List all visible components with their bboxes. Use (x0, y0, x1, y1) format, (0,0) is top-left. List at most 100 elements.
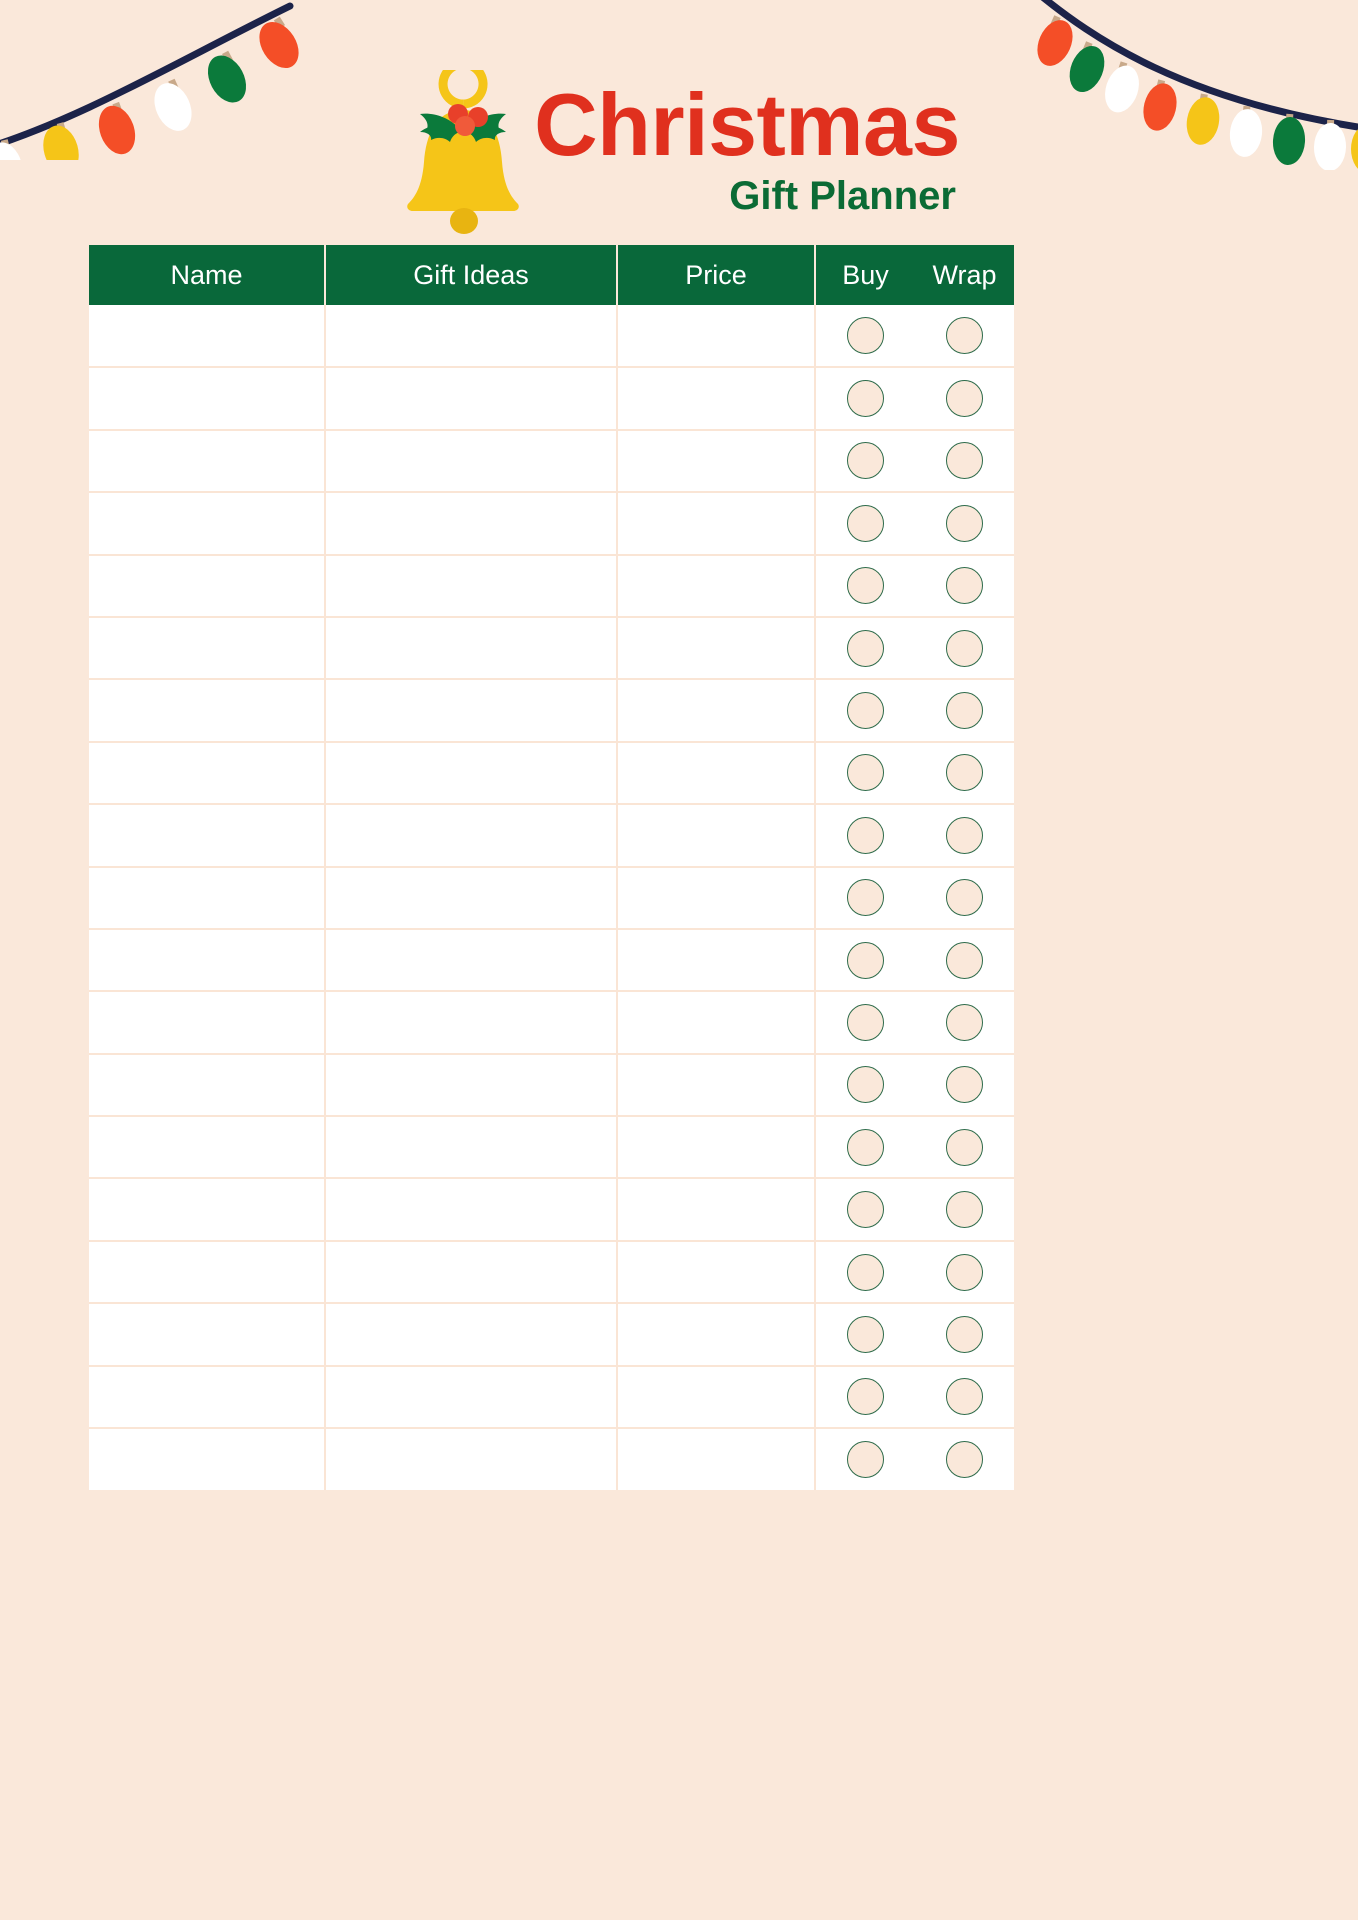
cell-price[interactable] (617, 305, 816, 369)
wrap-checkbox-circle[interactable] (946, 754, 983, 792)
cell-gift-ideas[interactable] (325, 1116, 618, 1180)
wrap-checkbox-circle[interactable] (946, 1441, 983, 1479)
cell-price[interactable] (617, 1428, 816, 1491)
cell-price[interactable] (617, 367, 816, 431)
buy-checkbox-circle[interactable] (847, 442, 884, 480)
cell-gift-ideas[interactable] (325, 429, 618, 494)
wrap-checkbox-circle[interactable] (946, 567, 983, 605)
wrap-checkbox-circle[interactable] (946, 442, 983, 480)
wrap-checkbox-circle[interactable] (946, 879, 983, 917)
cell-name[interactable] (89, 1178, 326, 1242)
cell-name[interactable] (89, 616, 326, 681)
cell-name[interactable] (89, 928, 326, 993)
cell-gift-ideas[interactable] (325, 616, 618, 681)
cell-price[interactable] (617, 1240, 816, 1305)
cell-price[interactable] (617, 866, 816, 930)
buy-checkbox-circle[interactable] (847, 754, 884, 792)
cell-gift-ideas[interactable] (325, 305, 618, 369)
buy-checkbox-circle[interactable] (847, 567, 884, 605)
wrap-checkbox-circle[interactable] (946, 816, 983, 854)
wrap-checkbox-circle[interactable] (946, 317, 983, 355)
cell-gift-ideas[interactable] (325, 1053, 618, 1118)
wrap-checkbox-circle[interactable] (946, 1253, 983, 1291)
cell-price[interactable] (617, 679, 816, 743)
wrap-checkbox-circle[interactable] (946, 1128, 983, 1166)
buy-checkbox-circle[interactable] (847, 380, 884, 418)
wrap-checkbox-circle[interactable] (946, 1066, 983, 1104)
table-row (89, 367, 1014, 431)
cell-price[interactable] (617, 928, 816, 993)
cell-name[interactable] (89, 1240, 326, 1305)
cell-name[interactable] (89, 429, 326, 494)
column-header-buy: Buy (842, 259, 889, 290)
buy-checkbox-circle[interactable] (847, 941, 884, 979)
buy-checkbox-circle[interactable] (847, 1191, 884, 1229)
cell-name[interactable] (89, 1116, 326, 1180)
wrap-checkbox-circle[interactable] (946, 1378, 983, 1416)
cell-price[interactable] (617, 1303, 816, 1367)
cell-price[interactable] (617, 554, 816, 618)
buy-checkbox-circle[interactable] (847, 1253, 884, 1291)
cell-gift-ideas[interactable] (325, 741, 618, 806)
wrap-checkbox-circle[interactable] (946, 941, 983, 979)
buy-checkbox-circle[interactable] (847, 816, 884, 854)
wrap-checkbox-circle[interactable] (946, 1003, 983, 1041)
cell-gift-ideas[interactable] (325, 1303, 618, 1367)
wrap-checkbox-circle[interactable] (946, 380, 983, 418)
cell-name[interactable] (89, 679, 326, 743)
buy-checkbox-circle[interactable] (847, 504, 884, 542)
cell-price[interactable] (617, 991, 816, 1055)
cell-gift-ideas[interactable] (325, 1428, 618, 1491)
cell-gift-ideas[interactable] (325, 1365, 618, 1430)
cell-gift-ideas[interactable] (325, 991, 618, 1055)
cell-gift-ideas[interactable] (325, 928, 618, 993)
cell-gift-ideas[interactable] (325, 367, 618, 431)
cell-name[interactable] (89, 1365, 326, 1430)
cell-name[interactable] (89, 741, 326, 806)
cell-gift-ideas[interactable] (325, 866, 618, 930)
cell-price[interactable] (617, 429, 816, 494)
cell-price[interactable] (617, 1178, 816, 1242)
buy-checkbox-circle[interactable] (847, 1003, 884, 1041)
buy-checkbox-circle[interactable] (847, 879, 884, 917)
wrap-checkbox-circle[interactable] (946, 1315, 983, 1353)
cell-price[interactable] (617, 1116, 816, 1180)
cell-name[interactable] (89, 1303, 326, 1367)
cell-price[interactable] (617, 1053, 816, 1118)
cell-name[interactable] (89, 1428, 326, 1491)
wrap-checkbox-circle[interactable] (946, 629, 983, 667)
buy-checkbox-circle[interactable] (847, 1066, 884, 1104)
cell-gift-ideas[interactable] (325, 1240, 618, 1305)
cell-buy-wrap (815, 616, 1014, 681)
cell-price[interactable] (617, 616, 816, 681)
cell-name[interactable] (89, 367, 326, 431)
cell-gift-ideas[interactable] (325, 554, 618, 618)
table-row (89, 1365, 1014, 1430)
cell-price[interactable] (617, 492, 816, 556)
cell-name[interactable] (89, 991, 326, 1055)
buy-checkbox-circle[interactable] (847, 1315, 884, 1353)
cell-gift-ideas[interactable] (325, 804, 618, 868)
buy-checkbox-circle[interactable] (847, 629, 884, 667)
cell-name[interactable] (89, 492, 326, 556)
wrap-checkbox-circle[interactable] (946, 1191, 983, 1229)
cell-price[interactable] (617, 804, 816, 868)
buy-checkbox-circle[interactable] (847, 692, 884, 730)
cell-price[interactable] (617, 741, 816, 806)
cell-name[interactable] (89, 305, 326, 369)
cell-name[interactable] (89, 554, 326, 618)
buy-checkbox-circle[interactable] (847, 1378, 884, 1416)
cell-name[interactable] (89, 1053, 326, 1118)
buy-checkbox-circle[interactable] (847, 317, 884, 355)
buy-checkbox-circle[interactable] (847, 1128, 884, 1166)
wrap-checkbox-circle[interactable] (946, 504, 983, 542)
cell-name[interactable] (89, 804, 326, 868)
cell-gift-ideas[interactable] (325, 679, 618, 743)
cell-gift-ideas[interactable] (325, 492, 618, 556)
cell-buy-wrap (815, 804, 1014, 868)
cell-gift-ideas[interactable] (325, 1178, 618, 1242)
wrap-checkbox-circle[interactable] (946, 692, 983, 730)
cell-price[interactable] (617, 1365, 816, 1430)
buy-checkbox-circle[interactable] (847, 1441, 884, 1479)
cell-name[interactable] (89, 866, 326, 930)
